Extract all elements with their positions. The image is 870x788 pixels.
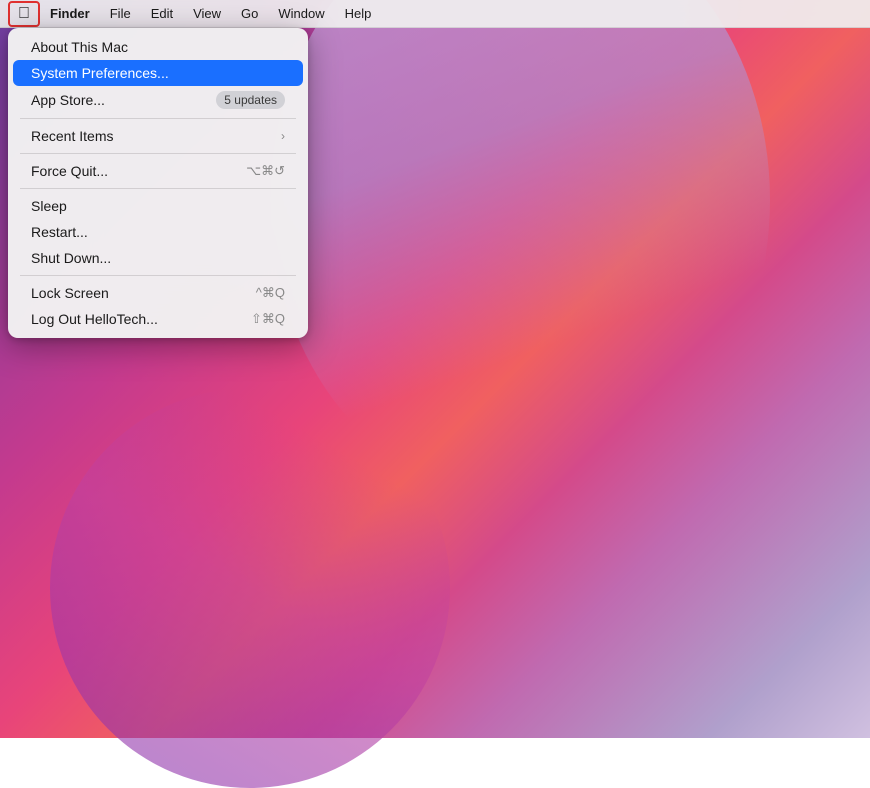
menu-item-restart[interactable]: Restart... — [13, 219, 303, 245]
menu-item-system-prefs-label: System Preferences... — [31, 65, 285, 81]
log-out-shortcut: ⇧⌘Q — [251, 311, 285, 327]
menu-item-shut-down-label: Shut Down... — [31, 250, 285, 266]
menubar-file[interactable]: File — [100, 4, 141, 23]
menu-item-app-store-label: App Store... — [31, 92, 216, 108]
menu-item-sleep-label: Sleep — [31, 198, 285, 214]
app-store-badge: 5 updates — [216, 91, 285, 109]
separator-4 — [20, 275, 296, 276]
menu-item-about[interactable]: About This Mac — [13, 34, 303, 60]
menubar:  Finder File Edit View Go Window Help — [0, 0, 870, 28]
menubar-edit[interactable]: Edit — [141, 4, 183, 23]
apple-menu-button[interactable]:  — [8, 1, 40, 27]
menu-item-recent-items-label: Recent Items — [31, 128, 281, 144]
lock-screen-shortcut: ^⌘Q — [256, 285, 285, 301]
apple-dropdown-menu: About This Mac System Preferences... App… — [8, 28, 308, 338]
menu-item-recent-items[interactable]: Recent Items › — [13, 123, 303, 149]
menu-item-sleep[interactable]: Sleep — [13, 193, 303, 219]
menu-item-app-store[interactable]: App Store... 5 updates — [13, 86, 303, 114]
menubar-finder[interactable]: Finder — [40, 4, 100, 23]
menubar-help[interactable]: Help — [335, 4, 382, 23]
menubar-window[interactable]: Window — [268, 4, 334, 23]
menu-item-force-quit[interactable]: Force Quit... ⌥⌘↺ — [13, 158, 303, 184]
separator-3 — [20, 188, 296, 189]
menu-item-log-out[interactable]: Log Out HelloTech... ⇧⌘Q — [13, 306, 303, 332]
separator-1 — [20, 118, 296, 119]
recent-items-chevron-icon: › — [281, 129, 285, 143]
menu-item-system-prefs[interactable]: System Preferences... — [13, 60, 303, 86]
force-quit-shortcut: ⌥⌘↺ — [246, 163, 285, 179]
menu-item-lock-screen[interactable]: Lock Screen ^⌘Q — [13, 280, 303, 306]
menu-item-lock-screen-label: Lock Screen — [31, 285, 256, 301]
separator-2 — [20, 153, 296, 154]
menu-item-log-out-label: Log Out HelloTech... — [31, 311, 251, 327]
menu-item-about-label: About This Mac — [31, 39, 285, 55]
menubar-go[interactable]: Go — [231, 4, 268, 23]
menu-item-force-quit-label: Force Quit... — [31, 163, 246, 179]
menu-item-shut-down[interactable]: Shut Down... — [13, 245, 303, 271]
menubar-view[interactable]: View — [183, 4, 231, 23]
menu-item-restart-label: Restart... — [31, 224, 285, 240]
